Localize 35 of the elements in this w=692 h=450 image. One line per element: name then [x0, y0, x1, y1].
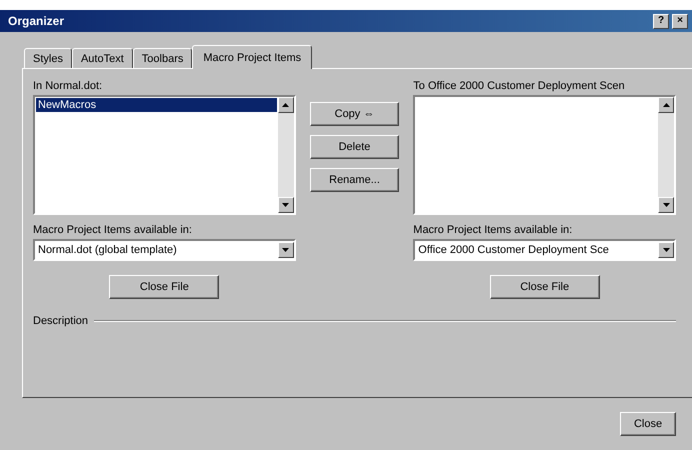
action-button[interactable]: Delete: [310, 135, 400, 159]
up-arrow-icon: [282, 103, 290, 107]
available-label: Macro Project Items available in:: [33, 223, 193, 238]
list-label: To Office 2000 Customer Deployment Scen: [413, 79, 626, 94]
list-item[interactable]: NewMacros: [36, 98, 277, 112]
window-title: Organizer: [8, 14, 66, 28]
tab[interactable]: Styles: [24, 48, 72, 68]
tab[interactable]: Macro Project Items: [192, 45, 312, 69]
tab[interactable]: Toolbars: [132, 48, 192, 68]
down-arrow-icon: [662, 203, 670, 207]
dropdown-button[interactable]: [658, 242, 674, 258]
item-list[interactable]: [413, 95, 676, 215]
scroll-up-button[interactable]: [278, 97, 294, 113]
close-button[interactable]: ×: [672, 14, 688, 28]
tab[interactable]: AutoText: [72, 48, 133, 68]
available-dropdown[interactable]: Normal.dot (global template): [33, 239, 296, 261]
up-arrow-icon: [662, 103, 670, 107]
help-button[interactable]: ?: [653, 14, 669, 28]
down-arrow-icon: [282, 248, 290, 252]
close-dialog-button[interactable]: Close: [620, 412, 676, 436]
available-dropdown[interactable]: Office 2000 Customer Deployment Sce: [413, 239, 676, 261]
item-list[interactable]: NewMacros: [33, 95, 296, 215]
scroll-down-button[interactable]: [658, 197, 674, 213]
scroll-down-button[interactable]: [278, 197, 294, 213]
close-file-button[interactable]: Close File: [109, 275, 220, 299]
description-label: Description: [33, 315, 88, 327]
close-file-button[interactable]: Close File: [490, 275, 600, 299]
action-button[interactable]: Copy ⇔: [310, 102, 400, 126]
down-arrow-icon: [662, 248, 670, 252]
down-arrow-icon: [282, 203, 290, 207]
scroll-up-button[interactable]: [658, 97, 674, 113]
action-button[interactable]: Rename...: [310, 168, 400, 192]
list-label: In Normal.dot:: [33, 79, 104, 94]
available-label: Macro Project Items available in:: [413, 223, 574, 238]
dropdown-button[interactable]: [278, 242, 294, 258]
